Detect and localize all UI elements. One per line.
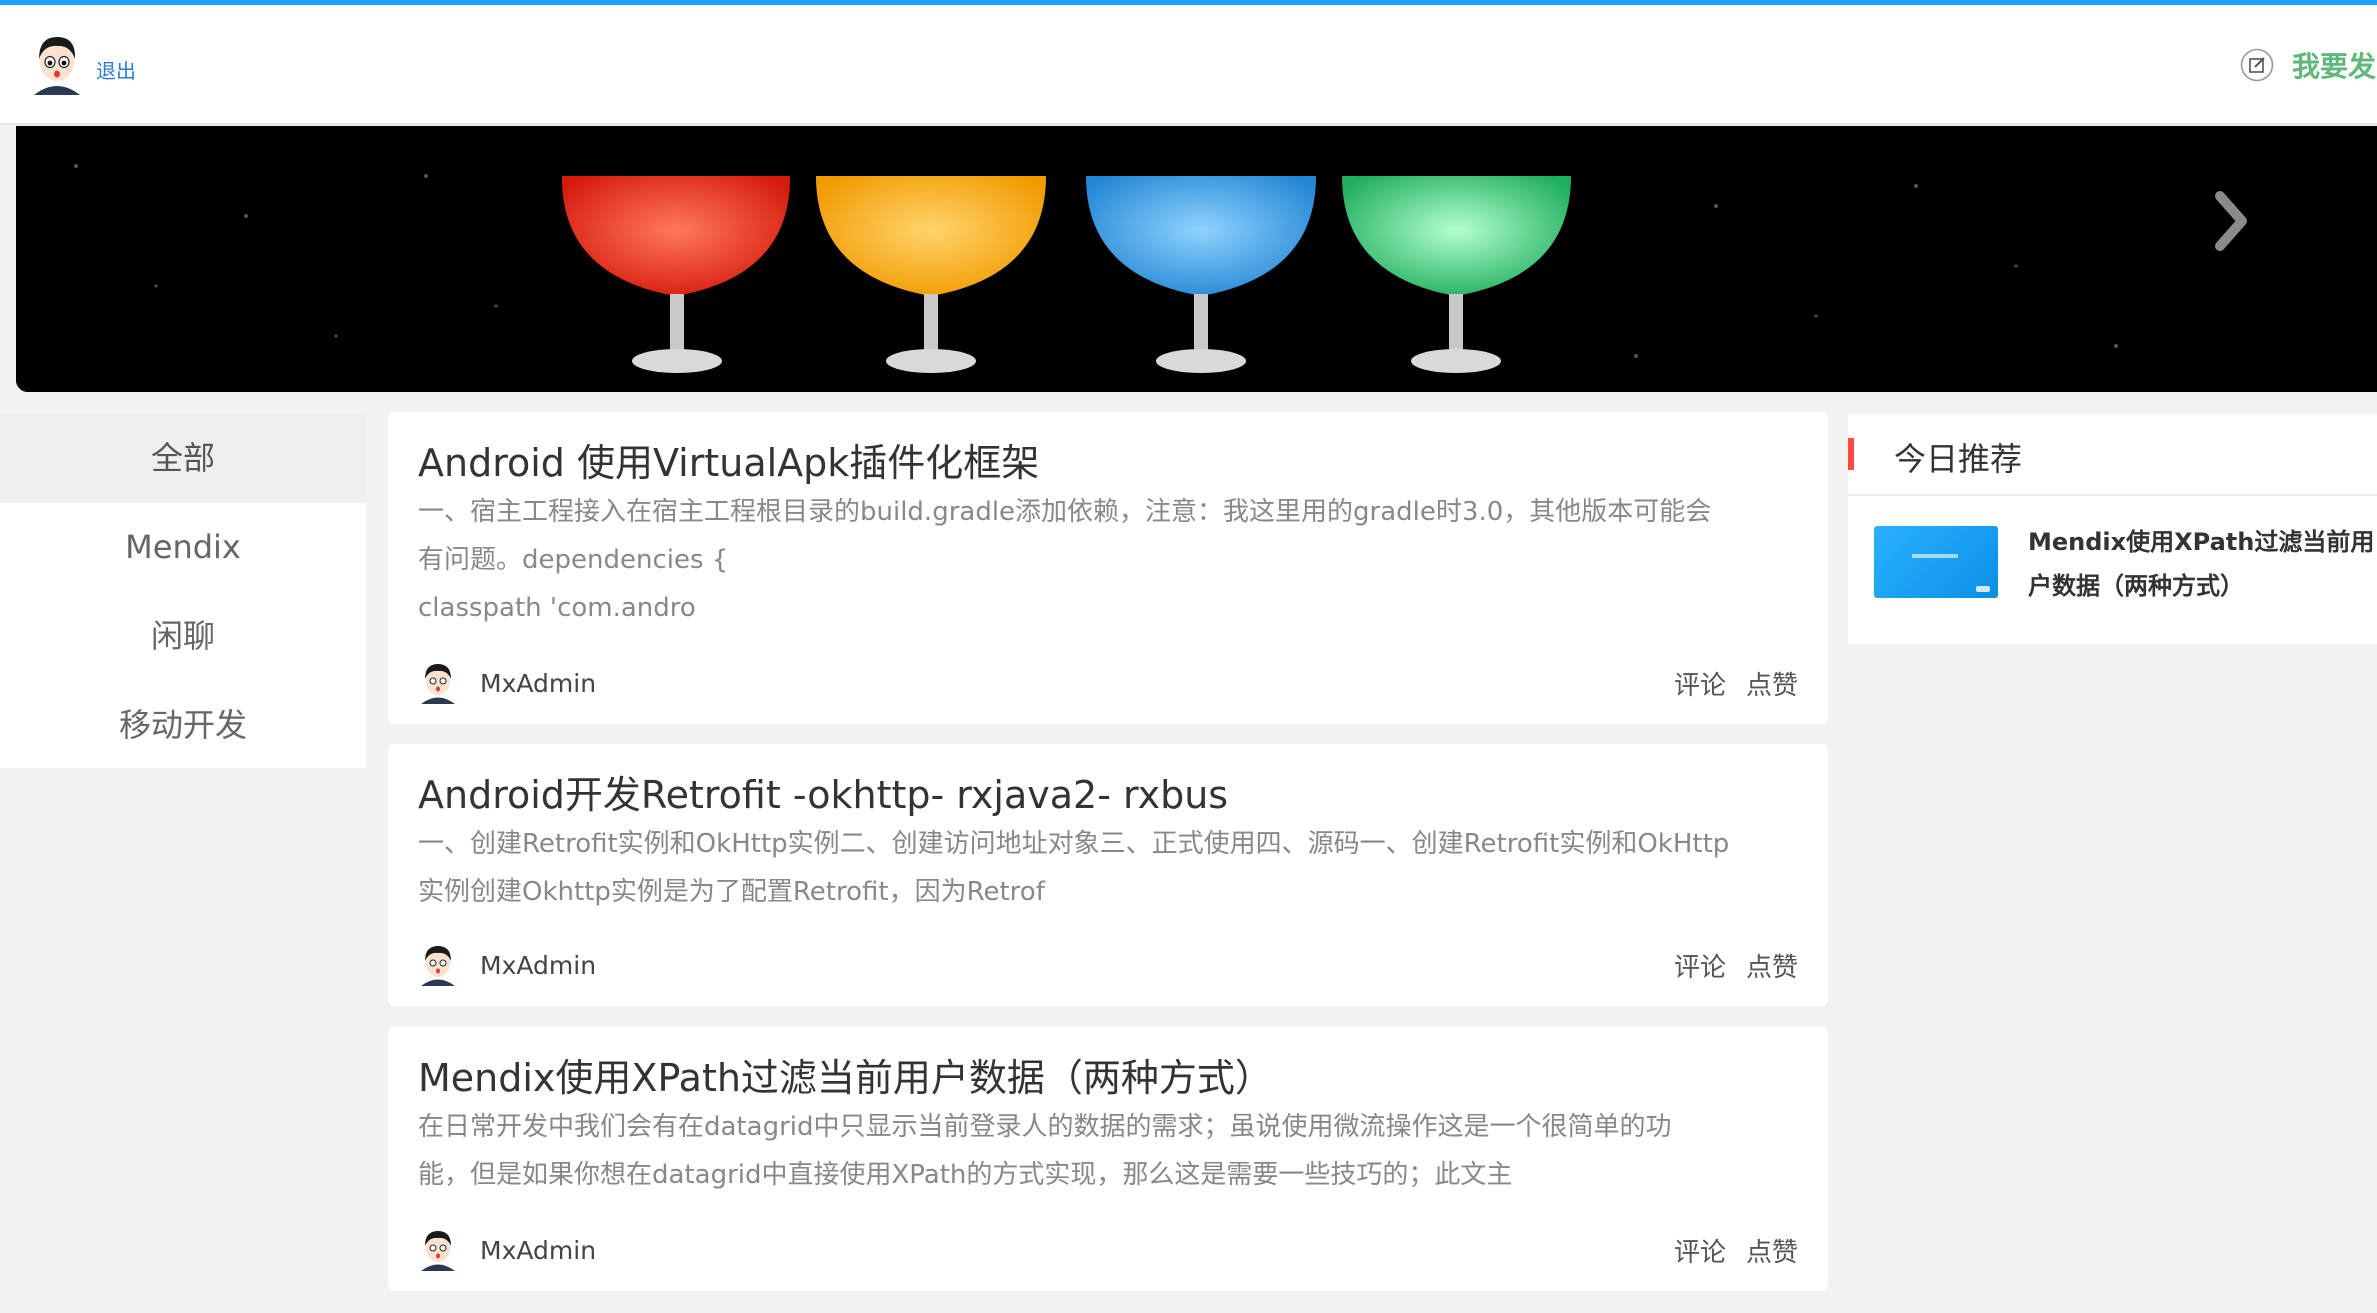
article-card: Android 使用VirtualApk插件化框架 一、宿主工程接入在宿主工程根… xyxy=(388,412,1828,724)
excerpt-line: 一、宿主工程接入在宿主工程根目录的build.gradle添加依赖，注意：我这里… xyxy=(418,497,1712,527)
like-button[interactable]: 点赞 xyxy=(1746,947,1798,984)
logout-link[interactable]: 退出 xyxy=(96,55,136,84)
article-excerpt: 一、创建Retrofit实例和OkHttp实例二、创建访问地址对象三、正式使用四… xyxy=(418,820,1798,916)
article-actions: 评论 点赞 xyxy=(1674,1232,1798,1269)
category-item-all[interactable]: 全部 xyxy=(0,414,366,503)
category-menu: 全部 Mendix 闲聊 移动开发 xyxy=(0,414,366,768)
article-footer: MxAdmin 评论 点赞 xyxy=(418,656,1798,710)
comment-button[interactable]: 评论 xyxy=(1674,947,1726,984)
recommend-item-title[interactable]: Mendix使用XPath过滤当前用 户数据（两种方式） xyxy=(2028,520,2377,608)
author-name[interactable]: MxAdmin xyxy=(480,1236,596,1265)
excerpt-line: 一、创建Retrofit实例和OkHttp实例二、创建访问地址对象三、正式使用四… xyxy=(418,829,1730,859)
recommend-item[interactable]: Mendix使用XPath过滤当前用 户数据（两种方式） xyxy=(1874,526,2377,616)
today-recommend-panel: 今日推荐 Mendix使用XPath过滤当前用 户数据（两种方式） xyxy=(1848,414,2377,644)
recommend-accent-bar xyxy=(1848,438,1854,470)
comment-button[interactable]: 评论 xyxy=(1674,1232,1726,1269)
excerpt-line: 有问题。dependencies { xyxy=(418,545,729,575)
article-title[interactable]: Mendix使用XPath过滤当前用户数据（两种方式） xyxy=(418,1053,1798,1103)
article-actions: 评论 点赞 xyxy=(1674,665,1798,702)
recommend-title: 今日推荐 xyxy=(1894,440,2023,478)
excerpt-line: 实例创建Okhttp实例是为了配置Retrofit，因为Retrof xyxy=(418,877,1045,907)
article-title[interactable]: Android 使用VirtualApk插件化框架 xyxy=(418,438,1798,488)
recommend-item-line: 户数据（两种方式） xyxy=(2028,572,2244,600)
article-card: Mendix使用XPath过滤当前用户数据（两种方式） 在日常开发中我们会有在d… xyxy=(388,1027,1828,1291)
header: 退出 我要发 xyxy=(0,5,2377,125)
excerpt-line: 能，但是如果你想在datagrid中直接使用XPath的方式实现，那么这是需要一… xyxy=(418,1160,1513,1190)
category-item-chat[interactable]: 闲聊 xyxy=(0,592,366,681)
banner-image xyxy=(16,126,2377,392)
article-actions: 评论 点赞 xyxy=(1674,947,1798,984)
article-footer: MxAdmin 评论 点赞 xyxy=(418,1223,1798,1277)
article-title[interactable]: Android开发Retrofit -okhttp- rxjava2- rxbu… xyxy=(418,770,1798,820)
recommend-item-line: Mendix使用XPath过滤当前用 xyxy=(2028,528,2375,556)
banner-carousel[interactable] xyxy=(16,126,2377,392)
recommend-header: 今日推荐 xyxy=(1848,414,2377,496)
excerpt-line: 在日常开发中我们会有在datagrid中只显示当前登录人的数据的需求；虽说使用微… xyxy=(418,1112,1672,1142)
user-avatar[interactable] xyxy=(30,33,84,97)
category-item-mendix[interactable]: Mendix xyxy=(0,503,366,592)
edit-icon xyxy=(2240,48,2274,82)
excerpt-line: classpath 'com.andro xyxy=(418,593,696,623)
new-post-label: 我要发 xyxy=(2292,50,2377,83)
author-avatar xyxy=(421,946,455,986)
chevron-right-icon[interactable] xyxy=(2200,166,2260,276)
article-excerpt: 在日常开发中我们会有在datagrid中只显示当前登录人的数据的需求；虽说使用微… xyxy=(418,1103,1798,1199)
new-post-button[interactable]: 我要发 xyxy=(2240,45,2376,85)
author-avatar xyxy=(421,1231,455,1271)
author-name[interactable]: MxAdmin xyxy=(480,669,596,698)
author-avatar xyxy=(421,664,455,704)
comment-button[interactable]: 评论 xyxy=(1674,665,1726,702)
author-name[interactable]: MxAdmin xyxy=(480,951,596,980)
category-item-mobile-dev[interactable]: 移动开发 xyxy=(0,681,366,770)
like-button[interactable]: 点赞 xyxy=(1746,665,1798,702)
like-button[interactable]: 点赞 xyxy=(1746,1232,1798,1269)
recommend-thumbnail xyxy=(1874,526,1998,598)
article-excerpt: 一、宿主工程接入在宿主工程根目录的build.gradle添加依赖，注意：我这里… xyxy=(418,488,1798,632)
article-card: Android开发Retrofit -okhttp- rxjava2- rxbu… xyxy=(388,744,1828,1006)
article-footer: MxAdmin 评论 点赞 xyxy=(418,938,1798,992)
